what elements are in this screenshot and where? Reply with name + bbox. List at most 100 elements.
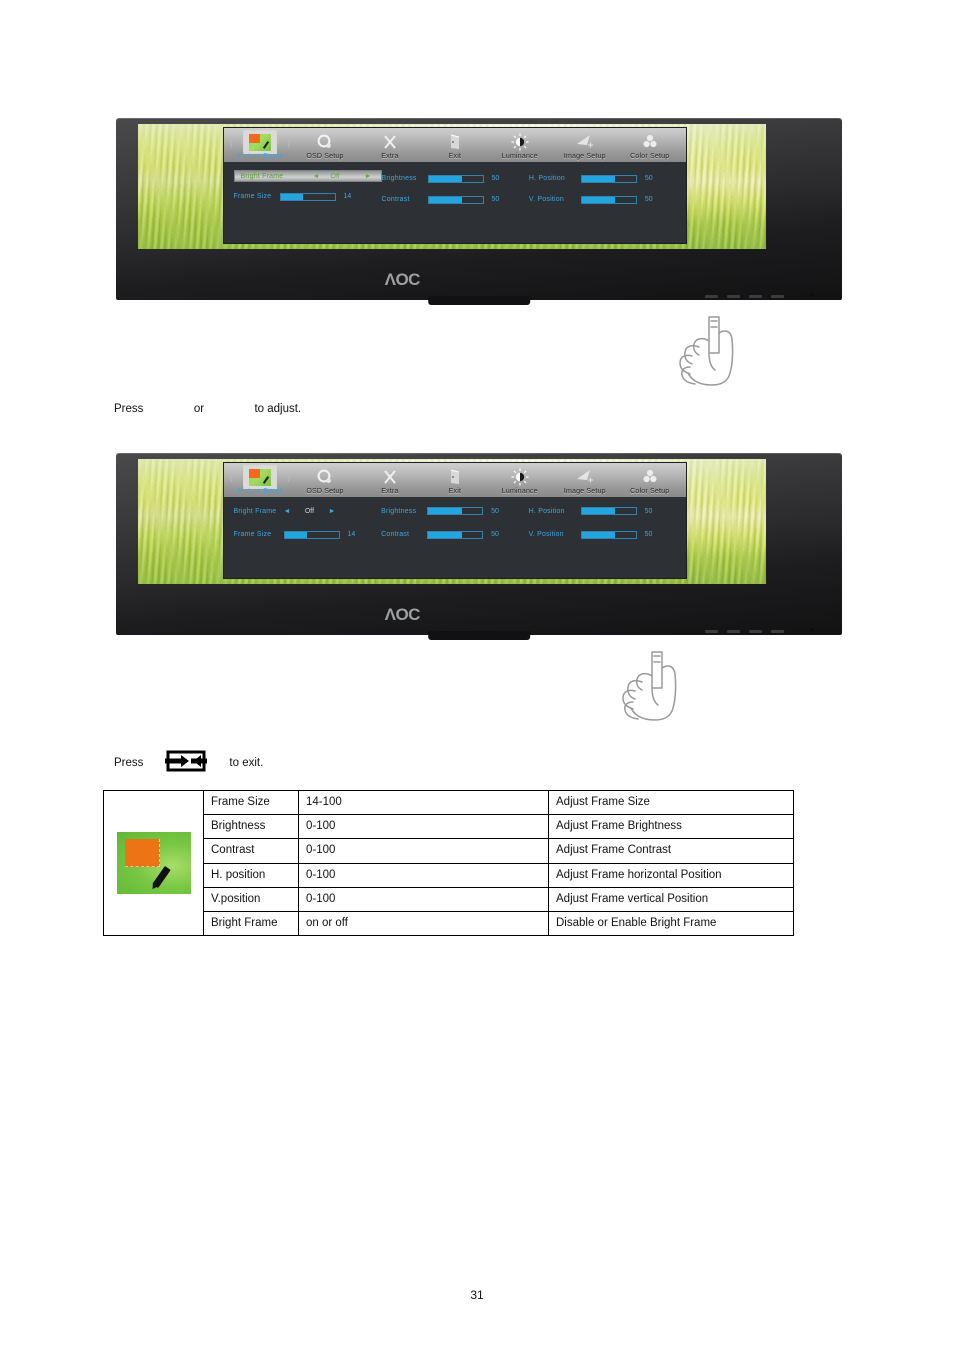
osd-menu-label: Color Setup (630, 488, 670, 496)
frame-size-slider[interactable] (283, 530, 340, 539)
monitor-button[interactable] (748, 295, 762, 298)
osd-column-left: Bright Frame ◄ Off ► Frame Size 14 (234, 505, 382, 547)
table-cell-desc: Adjust Frame Brightness (548, 814, 794, 840)
osd-menu-label: Luminance (501, 153, 538, 161)
v-position-slider[interactable] (580, 530, 637, 539)
table-cell-name: Bright Frame (203, 911, 299, 937)
picture-boost-icon (249, 467, 271, 487)
contrast-slider[interactable] (427, 195, 484, 204)
osd-row-contrast[interactable]: Contrast 50 (381, 526, 529, 543)
osd-menu-item-exit[interactable]: Exit (422, 132, 487, 160)
instruction-exit: Press to exit. (114, 746, 474, 779)
osd-row-value: 14 (347, 531, 356, 539)
monitor-button[interactable] (726, 630, 740, 633)
osd-menu-bar[interactable]: ⟨ ⟩ Picture Boost OSD Setup Extra Exit L… (223, 128, 687, 163)
v-position-slider[interactable] (580, 195, 637, 204)
extra-tools-icon (381, 467, 399, 487)
osd-menu-item-luminance[interactable]: Luminance (487, 467, 552, 495)
osd-menu-item-luminance[interactable]: Luminance (487, 132, 552, 160)
monitor-stand-neck (428, 296, 530, 305)
osd-row-v-position[interactable]: V. Position 50 (529, 191, 676, 208)
brightness-slider[interactable] (427, 507, 484, 516)
aoc-brand-logo: ΛOC (384, 270, 421, 289)
osd-settings-area: Bright Frame ◄ Off ► Frame Size 14 Brigh… (223, 162, 687, 223)
monitor-screen: ⟨ ⟩ Picture Boost OSD Setup Extra Exit L… (137, 459, 766, 584)
osd-menu-label: Image Setup (563, 488, 606, 496)
osd-row-frame-size[interactable]: Frame Size 14 (234, 188, 382, 205)
instruction-suffix: to exit. (229, 756, 264, 769)
monitor-button-row[interactable] (704, 630, 784, 633)
table-cell-name: Brightness (203, 814, 299, 840)
osd-row-v-position[interactable]: V. Position 50 (529, 526, 677, 543)
hand-pointing-icon-1 (665, 313, 757, 396)
table-row: Frame Size 14-100 Adjust Frame Size (103, 789, 794, 937)
monitor-button[interactable] (726, 295, 740, 298)
osd-row-brightness[interactable]: Brightness 50 (381, 505, 529, 517)
osd-column-middle: Brightness 50 Contrast 50 (381, 505, 529, 547)
osd-menu-bar[interactable]: ⟨ ⟩ Picture Boost OSD Setup Extra Exit L… (223, 463, 687, 498)
osd-menu-label: Extra (381, 488, 399, 496)
osd-menu-label: Picture Boost (237, 488, 283, 496)
osd-menu-item-picture-boost[interactable]: ⟨ ⟩ Picture Boost (228, 465, 293, 496)
monitor-button-row[interactable] (704, 295, 784, 298)
h-position-slider[interactable] (580, 507, 637, 516)
osd-row-h-position[interactable]: H. Position 50 (529, 505, 677, 517)
power-led-indicator (809, 293, 813, 296)
arrow-left-icon[interactable]: ◄ (284, 508, 291, 515)
osd-row-brightness[interactable]: Brightness 50 (382, 170, 529, 187)
osd-row-contrast[interactable]: Contrast 50 (382, 191, 529, 208)
osd-row-value: Off (330, 172, 340, 180)
arrow-right-icon[interactable]: ► (328, 508, 335, 515)
osd-menu-panel-1[interactable]: ⟨ ⟩ Picture Boost OSD Setup Extra Exit L… (222, 127, 688, 245)
osd-row-bright-frame-selected[interactable]: Bright Frame ◄ Off ► (233, 170, 382, 183)
osd-menu-label: OSD Setup (306, 153, 344, 161)
chevron-left-icon[interactable]: ⟨ (230, 473, 234, 484)
monitor-button[interactable] (770, 630, 784, 633)
osd-menu-label: Picture Boost (237, 153, 283, 161)
osd-menu-item-osd-setup[interactable]: OSD Setup (292, 132, 357, 160)
hand-pointing-icon-2 (608, 648, 700, 731)
h-position-slider[interactable] (580, 174, 637, 183)
osd-row-value: 50 (491, 196, 500, 204)
osd-menu-item-color-setup[interactable]: Color Setup (617, 467, 682, 495)
table-row: H. position 0-100 Adjust Frame horizonta… (104, 862, 794, 888)
osd-menu-item-image-setup[interactable]: Image Setup (552, 132, 617, 160)
image-setup-icon (575, 132, 595, 152)
osd-menu-item-image-setup[interactable]: Image Setup (552, 467, 617, 495)
chevron-right-icon[interactable]: ⟩ (287, 473, 291, 484)
chevron-right-icon[interactable]: ⟩ (287, 138, 291, 149)
osd-row-label: Contrast (381, 531, 410, 539)
monitor-button[interactable] (770, 295, 784, 298)
osd-menu-item-color-setup[interactable]: Color Setup (617, 132, 682, 160)
osd-menu-label: Image Setup (563, 153, 606, 161)
table-cell-name: Frame Size (203, 789, 299, 816)
osd-row-frame-size[interactable]: Frame Size 14 (234, 526, 382, 543)
osd-row-value: 50 (491, 531, 499, 539)
osd-menu-item-extra[interactable]: Extra (357, 132, 422, 160)
picture-boost-spec-table: Frame Size 14-100 Adjust Frame Size Brig… (103, 789, 794, 937)
monitor-button[interactable] (704, 630, 718, 633)
osd-menu-item-extra[interactable]: Extra (357, 467, 422, 495)
osd-row-h-position[interactable]: H. Position 50 (529, 170, 676, 187)
osd-column-right: H. Position 50 V. Position 50 (529, 505, 677, 547)
osd-row-label: Frame Size (233, 193, 272, 201)
osd-setup-icon (316, 467, 334, 487)
monitor-button[interactable] (748, 630, 762, 633)
osd-row-bright-frame[interactable]: Bright Frame ◄ Off ► (234, 505, 382, 517)
osd-row-value: 50 (491, 175, 500, 183)
osd-menu-panel-2[interactable]: ⟨ ⟩ Picture Boost OSD Setup Extra Exit L… (222, 462, 688, 580)
osd-setup-icon (316, 132, 334, 152)
brightness-slider[interactable] (427, 174, 484, 183)
chevron-left-icon[interactable]: ⟨ (230, 138, 234, 149)
osd-settings-area: Bright Frame ◄ Off ► Frame Size 14 Brigh… (223, 497, 687, 558)
osd-menu-item-exit[interactable]: Exit (422, 467, 487, 495)
monitor-illustration-bottom: ⟨ ⟩ Picture Boost OSD Setup Extra Exit L… (116, 453, 842, 640)
osd-menu-item-osd-setup[interactable]: OSD Setup (292, 467, 357, 495)
osd-menu-label: Extra (381, 153, 399, 161)
osd-row-label: Bright Frame (233, 507, 277, 515)
osd-menu-item-picture-boost[interactable]: ⟨ ⟩ Picture Boost (228, 130, 293, 161)
contrast-slider[interactable] (427, 530, 484, 539)
monitor-button[interactable] (704, 295, 718, 298)
osd-row-label: Brightness (381, 175, 417, 183)
frame-size-slider[interactable] (279, 192, 336, 201)
